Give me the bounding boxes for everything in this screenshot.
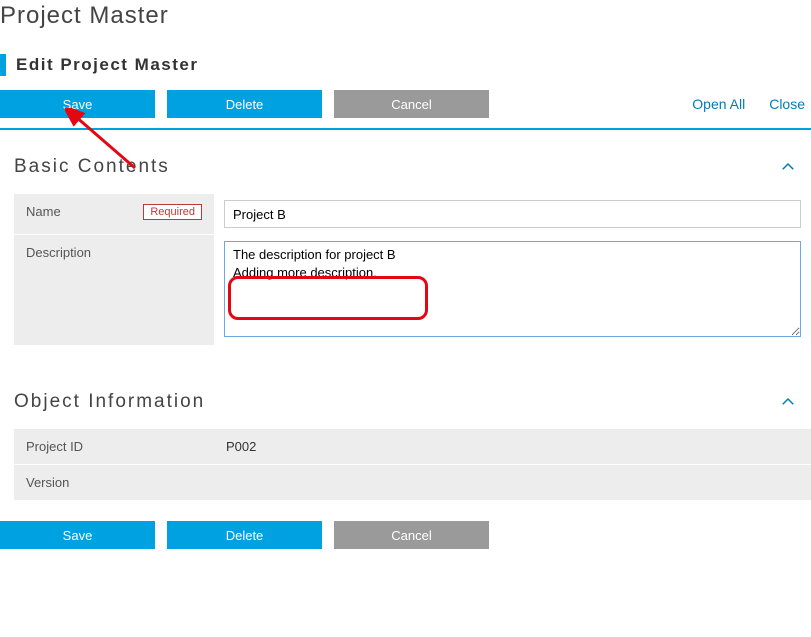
collapse-basic-icon[interactable] — [779, 158, 797, 176]
value-cell-name — [214, 194, 811, 234]
row-project-id: Project ID P002 — [14, 429, 811, 465]
cancel-button-bottom[interactable]: Cancel — [334, 521, 489, 549]
page-title: Project Master — [0, 0, 811, 36]
close-link[interactable]: Close — [763, 96, 811, 112]
row-version: Version — [14, 465, 811, 501]
object-info-form: Project ID P002 Version — [14, 429, 811, 501]
required-badge: Required — [143, 204, 202, 220]
section-head-object: Object Information — [0, 387, 811, 429]
delete-button-bottom[interactable]: Delete — [167, 521, 322, 549]
toolbar-divider — [0, 128, 811, 130]
collapse-object-icon[interactable] — [779, 393, 797, 411]
label-name-text: Name — [26, 204, 135, 219]
save-button[interactable]: Save — [0, 90, 155, 118]
section-title-basic: Basic Contents — [14, 156, 779, 178]
label-project-id-text: Project ID — [26, 439, 202, 454]
description-textarea[interactable] — [224, 241, 801, 337]
label-description-text: Description — [26, 245, 202, 260]
label-version: Version — [14, 465, 214, 500]
value-version — [214, 465, 811, 500]
section-title-object: Object Information — [14, 391, 779, 413]
value-cell-description — [214, 235, 811, 346]
bottom-toolbar: Save Delete Cancel — [0, 501, 811, 553]
row-description: Description — [14, 235, 811, 347]
section-head-basic: Basic Contents — [0, 152, 811, 194]
label-name: Name Required — [14, 194, 214, 234]
name-input[interactable] — [224, 200, 801, 228]
cancel-button[interactable]: Cancel — [334, 90, 489, 118]
top-toolbar: Save Delete Cancel Open All Close — [0, 90, 811, 128]
subtitle-row: Edit Project Master — [0, 36, 811, 90]
row-name: Name Required — [14, 194, 811, 235]
basic-contents-form: Name Required Description — [14, 194, 811, 347]
open-all-link[interactable]: Open All — [686, 96, 751, 112]
label-description: Description — [14, 235, 214, 345]
label-version-text: Version — [26, 475, 202, 490]
value-project-id: P002 — [214, 429, 811, 464]
label-project-id: Project ID — [14, 429, 214, 464]
delete-button[interactable]: Delete — [167, 90, 322, 118]
save-button-bottom[interactable]: Save — [0, 521, 155, 549]
subtitle: Edit Project Master — [16, 55, 199, 75]
subtitle-accent-bar — [0, 54, 6, 76]
